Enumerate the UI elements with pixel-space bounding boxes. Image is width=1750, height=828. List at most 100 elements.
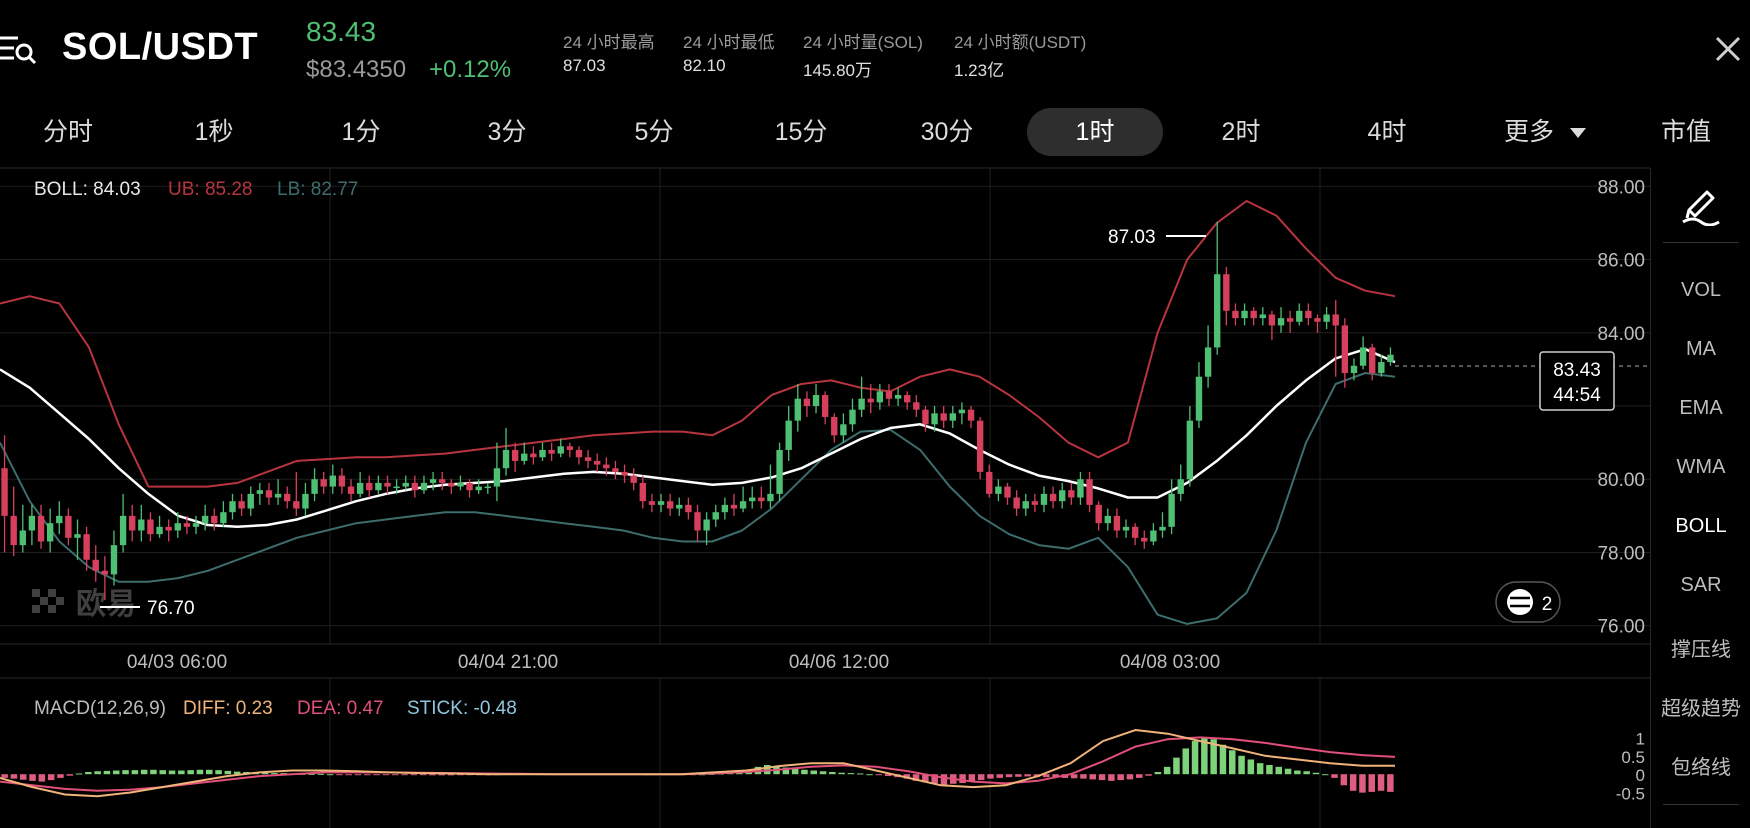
macd-bar	[1005, 774, 1013, 778]
candle-body	[1214, 274, 1221, 348]
candle-body	[1, 468, 8, 516]
candle-body	[831, 416, 838, 436]
candle-body	[1387, 354, 1394, 363]
macd-bar	[140, 769, 148, 775]
badge-logo-icon	[1507, 589, 1533, 615]
candle-body	[521, 453, 528, 461]
candle-body	[584, 457, 592, 461]
candle-body	[1022, 501, 1029, 509]
time-axis: 04/03 06:00 04/04 21:00 04/06 12:00 04/08 0…	[127, 652, 1220, 673]
macd-bar	[38, 774, 46, 782]
candle-body	[1068, 490, 1075, 498]
price-tick-label: 88.00	[1597, 177, 1645, 198]
candle-body	[1286, 318, 1294, 322]
candle-body	[1131, 526, 1139, 538]
sidebar-item-boll[interactable]: BOLL	[1651, 515, 1750, 538]
candle-body	[1323, 314, 1330, 322]
candle-body	[1013, 497, 1020, 509]
candle-body	[730, 504, 738, 509]
candle-body	[995, 486, 1002, 494]
candle-body	[83, 534, 90, 560]
candle-body	[384, 482, 391, 487]
macd-bar	[1108, 774, 1115, 781]
macd-bar	[977, 774, 985, 781]
candle-body	[904, 395, 911, 403]
sidebar-item-envelope[interactable]: 包络线	[1651, 751, 1750, 780]
candle-body	[1305, 310, 1312, 319]
candle-body	[1204, 347, 1212, 377]
candle-body	[129, 515, 136, 531]
macd-bar	[215, 770, 222, 775]
candle-body	[666, 501, 674, 509]
sidebar-item-ma[interactable]: MA	[1651, 338, 1750, 361]
macd-bar	[847, 773, 855, 775]
candle-body	[110, 545, 118, 575]
macd-bar	[1275, 766, 1283, 775]
candle-body	[1177, 479, 1184, 494]
candle-body	[849, 409, 856, 425]
macd-bar	[401, 774, 408, 776]
candle-body	[776, 449, 783, 494]
candle-body	[1332, 314, 1339, 326]
sidebar-item-wma[interactable]: WMA	[1651, 456, 1750, 479]
macd-bar	[856, 773, 864, 775]
candle-body	[603, 464, 610, 469]
sidebar-divider	[1663, 242, 1739, 243]
candle-body	[402, 482, 409, 487]
tab-market-cap[interactable]: 市值	[1640, 108, 1732, 156]
macd-bar	[996, 774, 1004, 778]
macd-bar	[345, 774, 353, 776]
candle-body	[1314, 318, 1321, 322]
time-tick-label: 04/06 12:00	[789, 652, 889, 673]
candles	[1, 221, 1394, 601]
macd-bar	[159, 770, 167, 775]
macd-bar	[317, 773, 325, 775]
logo-square	[56, 597, 64, 605]
candle-body	[1104, 515, 1111, 524]
candle-body	[174, 523, 181, 531]
candle-body	[1223, 274, 1230, 311]
candle-body	[101, 570, 109, 575]
candle-body	[74, 534, 81, 538]
sidebar-item-ema[interactable]: EMA	[1651, 397, 1750, 420]
drawing-pen-icon[interactable]	[1679, 182, 1723, 226]
macd-bar	[1312, 772, 1320, 775]
macd-bar	[1303, 771, 1310, 775]
floating-badge[interactable]: 2	[1495, 581, 1561, 623]
macd-bar	[866, 774, 873, 776]
countdown-text: 44:54	[1553, 385, 1601, 406]
candle-body	[1159, 526, 1166, 531]
candle-body	[940, 413, 947, 421]
candle-body	[767, 493, 774, 502]
sidebar-item-vol[interactable]: VOL	[1651, 279, 1750, 302]
candle-body	[293, 501, 300, 509]
price-tick-label: 80.00	[1597, 470, 1645, 491]
candle-body	[986, 471, 993, 494]
candle-body	[1059, 490, 1066, 502]
candle-body	[247, 493, 254, 509]
sidebar-item-sar[interactable]: SAR	[1651, 574, 1750, 597]
candle-body	[1241, 310, 1248, 319]
macd-bar	[364, 774, 371, 776]
sidebar-item-support-resistance[interactable]: 撑压线	[1651, 633, 1750, 662]
candle-body	[685, 504, 692, 513]
candle-body	[803, 398, 811, 406]
macd-bar	[196, 769, 204, 775]
candle-body	[530, 453, 537, 458]
macd-bar	[66, 774, 74, 776]
sidebar-item-supertrend[interactable]: 超级趋势	[1651, 692, 1750, 721]
candle-body	[758, 497, 765, 502]
candle-body	[475, 486, 482, 491]
macd-bar	[112, 770, 120, 775]
close-icon[interactable]	[1711, 32, 1745, 66]
boll-upper-line	[0, 200, 1396, 488]
macd-bar	[1359, 774, 1366, 793]
price-chart[interactable]: 欧易 88.00 86.00 84.00 80.00 78.00 76.00 04/03 …	[0, 0, 1650, 828]
macd-bar	[801, 769, 808, 775]
candle-body	[1296, 310, 1303, 322]
macd-bar	[1173, 757, 1180, 775]
candle-body	[457, 482, 464, 487]
candle-body	[302, 493, 309, 509]
candle-body	[1141, 537, 1148, 542]
macd-bar	[940, 774, 948, 785]
